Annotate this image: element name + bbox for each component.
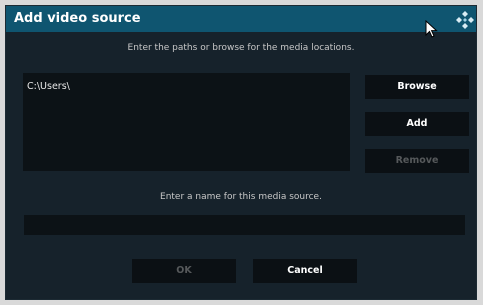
cancel-button[interactable]: Cancel xyxy=(253,259,357,283)
source-name-input[interactable] xyxy=(24,215,465,235)
add-button[interactable]: Add xyxy=(365,112,469,136)
dialog-titlebar: Add video source xyxy=(6,6,476,38)
remove-button[interactable]: Remove xyxy=(365,149,469,173)
paths-list[interactable]: C:\Users\ xyxy=(23,73,350,171)
name-instruction: Enter a name for this media source. xyxy=(160,192,322,202)
path-item[interactable]: C:\Users\ xyxy=(27,81,70,92)
kodi-logo-icon[interactable] xyxy=(455,10,475,30)
add-video-source-dialog: Add video source Enter the paths or brow… xyxy=(6,6,476,299)
browse-button[interactable]: Browse xyxy=(365,75,469,99)
paths-instruction: Enter the paths or browse for the media … xyxy=(127,43,355,53)
mouse-cursor-icon xyxy=(425,20,438,38)
ok-button[interactable]: OK xyxy=(132,259,236,283)
dialog-title: Add video source xyxy=(14,11,141,26)
